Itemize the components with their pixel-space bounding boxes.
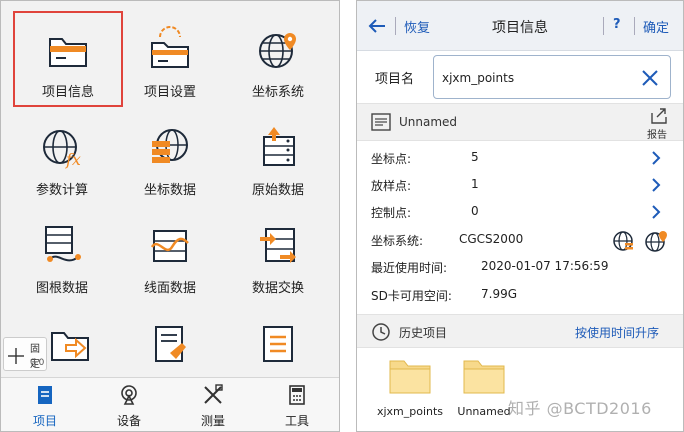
coordinate-system-actions [613, 231, 667, 252]
calculator-icon [289, 385, 305, 405]
computer-route-icon [45, 226, 81, 262]
confirm-button[interactable]: 确定 [643, 17, 669, 36]
globe-fx-icon: fx [43, 130, 81, 169]
divider [634, 17, 635, 35]
document-lines-icon [263, 326, 293, 362]
menu-project-settings[interactable]: 项目设置 [115, 11, 225, 107]
menu-control-data[interactable]: 图根数据 [7, 207, 117, 303]
menu-label: 线面数据 [143, 281, 196, 296]
info-key: 坐标点: [371, 152, 412, 166]
folder-icon [463, 360, 505, 394]
info-key: SD卡可用空间: [371, 289, 452, 303]
document-icon [371, 113, 391, 131]
tab-tools[interactable]: 工具 [255, 378, 339, 432]
info-row-coordinate-points[interactable]: 坐标点: 5 [357, 144, 683, 171]
tab-label: 项目 [32, 414, 57, 428]
project-section-name: Unnamed [399, 115, 458, 129]
menu-label: 坐标数据 [143, 183, 196, 198]
menu-raw-data[interactable]: 原始数据 [223, 109, 333, 205]
tab-project[interactable]: 项目 [3, 378, 87, 432]
folder-gear-icon [151, 26, 189, 68]
report-export-icon[interactable] [649, 107, 669, 125]
project-name-label: 项目名 [375, 72, 415, 87]
info-key: 控制点: [371, 206, 412, 220]
clear-icon[interactable] [640, 68, 660, 88]
history-section-bar: 历史项目 按使用时间升序 [357, 314, 683, 348]
chevron-right-icon[interactable] [649, 204, 663, 220]
project-name-field[interactable] [433, 55, 671, 99]
globe-list-icon[interactable] [613, 231, 633, 251]
menu-coordinate-data[interactable]: 坐标数据 [115, 109, 225, 205]
menu-coordinate-system[interactable]: 坐标系统 [223, 11, 333, 107]
project-name-row: 项目名 [357, 51, 683, 103]
fix-status-widget[interactable]: 固定 0.0 [3, 337, 47, 371]
globe-pin-icon [259, 33, 296, 68]
tab-survey[interactable]: 测量 [171, 378, 255, 432]
document-tools-icon [155, 326, 186, 362]
info-row-sd-space: SD卡可用空间: 7.99G [357, 281, 683, 308]
menu-grid: 项目信息 项目设置 坐标系统 fx 参数计算 坐标数据 原始数据 图根数据 线面… [1, 1, 339, 373]
info-key: 最近使用时间: [371, 261, 448, 275]
menu-label: 坐标系统 [251, 85, 304, 100]
info-row-stakeout-points[interactable]: 放样点: 1 [357, 171, 683, 198]
tab-label: 工具 [284, 414, 309, 428]
sort-by-time-button[interactable]: 按使用时间升序 [575, 324, 659, 341]
info-value: 1 [471, 177, 479, 191]
antenna-icon [121, 385, 137, 405]
menu-line-surface-data[interactable]: 线面数据 [115, 207, 225, 303]
globe-list-icon [152, 129, 188, 163]
menu-project-info[interactable]: 项目信息 [13, 11, 123, 107]
project-section-bar: Unnamed 报告 [357, 103, 683, 141]
clock-icon [372, 323, 390, 341]
folder-icon [389, 360, 431, 394]
chevron-right-icon[interactable] [649, 150, 663, 166]
menu-parameter-calc[interactable]: fx 参数计算 [7, 109, 117, 205]
globe-pin-icon[interactable] [645, 231, 667, 252]
fix-status-value: 0.0 [30, 358, 45, 368]
menu-label: 参数计算 [35, 183, 88, 198]
info-key: 坐标系统: [371, 234, 424, 248]
menu-label: 数据交换 [251, 281, 304, 296]
info-key: 放样点: [371, 179, 412, 193]
chevron-right-icon[interactable] [649, 177, 663, 193]
folder-export-icon [51, 332, 89, 361]
folder-icon [49, 38, 87, 67]
project-icon [38, 386, 52, 404]
history-project-name: xjxm_points [376, 405, 444, 418]
top-bar: 恢复 项目信息 ? 确定 [357, 1, 683, 51]
project-name-input[interactable] [442, 67, 632, 89]
svg-text:fx: fx [65, 150, 81, 169]
history-title: 历史项目 [399, 326, 448, 340]
tab-device[interactable]: 设备 [87, 378, 171, 432]
menu-label: 项目信息 [41, 85, 94, 100]
watermark: 知乎 @BCTD2016 [508, 399, 652, 418]
info-value: 2020-01-07 17:56:59 [481, 259, 609, 273]
menu-data-exchange[interactable]: 数据交换 [223, 207, 333, 303]
info-row-control-points[interactable]: 控制点: 0 [357, 198, 683, 225]
path-list-icon [150, 230, 189, 262]
divider [603, 17, 604, 35]
project-menu-panel: 项目信息 项目设置 坐标系统 fx 参数计算 坐标数据 原始数据 图根数据 线面… [0, 0, 340, 432]
menu-label: 项目设置 [143, 85, 196, 100]
menu-label: 图根数据 [35, 281, 88, 296]
menu-label: 原始数据 [251, 183, 304, 198]
bottom-tab-bar: 项目 设备 测量 工具 [1, 377, 339, 431]
document-list-icon [263, 127, 295, 166]
tab-label: 测量 [200, 414, 225, 428]
help-button[interactable]: ? [613, 17, 621, 32]
info-value: 0 [471, 204, 479, 218]
info-value: CGCS2000 [459, 232, 524, 246]
document-exchange-icon [260, 228, 296, 263]
report-button[interactable]: 报告 [647, 126, 667, 141]
tab-label: 设备 [116, 414, 141, 428]
info-row-last-used: 最近使用时间: 2020-01-07 17:56:59 [357, 253, 683, 280]
survey-tools-icon [204, 384, 223, 404]
history-project-name: Unnamed [457, 405, 511, 418]
project-info-panel: 恢复 项目信息 ? 确定 项目名 Unnamed 报告 坐标 [356, 0, 684, 432]
crosshair-icon [8, 348, 24, 364]
info-value: 7.99G [481, 287, 518, 301]
info-value: 5 [471, 150, 479, 164]
